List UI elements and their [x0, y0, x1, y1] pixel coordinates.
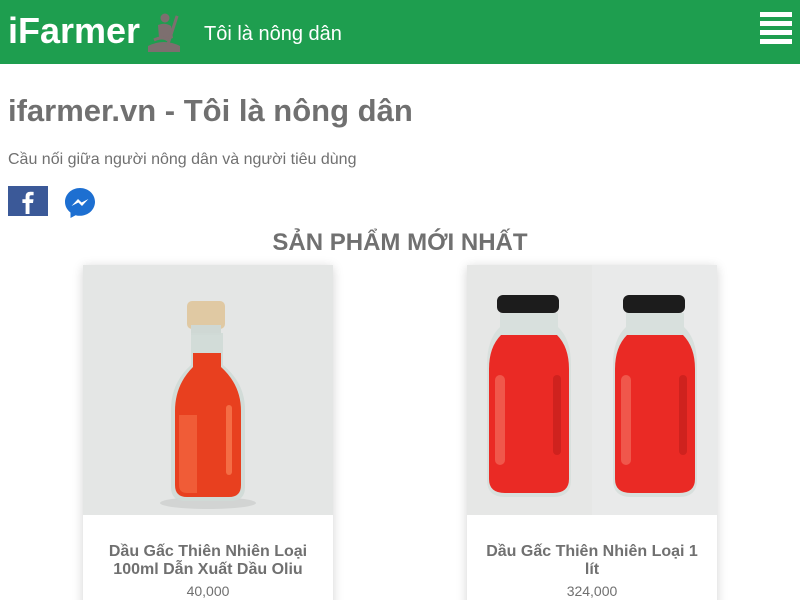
brand-logo-link[interactable]: iFarmer — [8, 9, 184, 54]
page-title: ifarmer.vn - Tôi là nông dân — [8, 93, 413, 128]
product-price: 40,000 — [186, 583, 230, 599]
product-image[interactable] — [467, 265, 717, 515]
product-price: 324,000 — [566, 583, 618, 599]
product-name[interactable]: Dầu Gấc Thiên Nhiên Loại 100ml Dẫn Xuất … — [93, 543, 323, 579]
product-photo-small-bottle — [83, 265, 333, 515]
header-tagline: Tôi là nông dân — [204, 23, 342, 45]
messenger-link[interactable] — [63, 186, 97, 220]
hamburger-menu-icon[interactable] — [760, 12, 792, 44]
product-name[interactable]: Dầu Gấc Thiên Nhiên Loại 1 lít — [477, 543, 707, 579]
product-photo-two-jars — [467, 265, 717, 515]
product-image[interactable] — [83, 265, 333, 515]
top-navigation-bar: iFarmer Tôi là nông dân — [0, 0, 800, 64]
facebook-link[interactable] — [8, 186, 48, 216]
farmer-hoe-icon — [148, 13, 181, 52]
section-title: SẢN PHẨM MỚI NHẤT — [272, 229, 528, 256]
product-card[interactable]: Dầu Gấc Thiên Nhiên Loại 1 lít 324,000 — [467, 265, 717, 600]
facebook-icon — [8, 186, 48, 216]
messenger-icon — [65, 188, 95, 218]
brand-name: iFarmer — [8, 10, 141, 51]
site-description: Cầu nối giữa người nông dân và người tiê… — [8, 151, 357, 168]
product-card[interactable]: Dầu Gấc Thiên Nhiên Loại 100ml Dẫn Xuất … — [83, 265, 333, 600]
